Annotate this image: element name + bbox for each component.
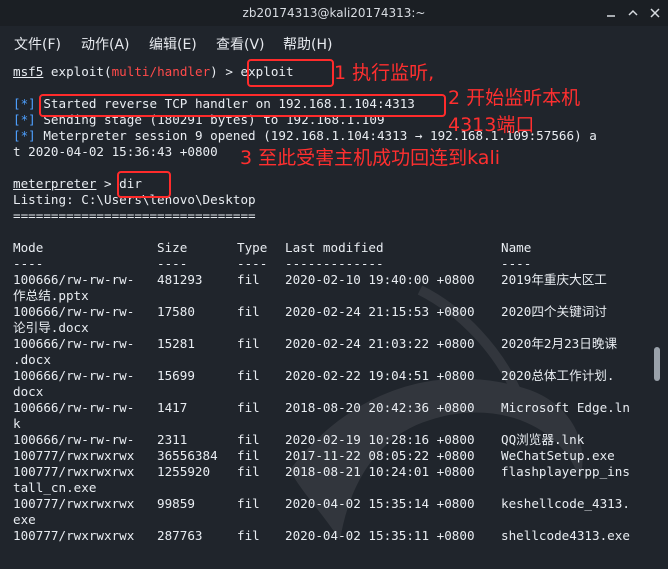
table-row-name: keshellcode_4313.: [501, 496, 630, 511]
table-row-wrap: 论引导.docx: [13, 320, 89, 335]
table-row-type: fil: [237, 304, 260, 319]
table-row-wrap: 作总结.pptx: [13, 288, 89, 303]
table-row-modified: 2020-02-22 19:04:51 +0800: [285, 368, 475, 383]
col-rule-size: ----: [157, 256, 188, 271]
table-row-mode: 100666/rw-rw-rw-: [13, 400, 135, 415]
table-row-type: fil: [237, 336, 260, 351]
table-row-modified: 2020-02-24 21:03:22 +0800: [285, 336, 475, 351]
listing-rule: ================================: [13, 208, 256, 223]
menu-view[interactable]: 查看(V): [216, 34, 265, 54]
module-name: multi/handler: [111, 64, 211, 79]
col-header-mode: Mode: [13, 240, 44, 255]
table-row-size: 1417: [157, 400, 188, 415]
table-row-type: fil: [237, 272, 260, 287]
table-row-modified: 2020-02-10 19:40:00 +0800: [285, 272, 475, 287]
prompt-end: >: [96, 176, 120, 191]
table-row-type: fil: [237, 432, 260, 447]
minimize-icon[interactable]: [604, 6, 618, 20]
table-row-modified: 2018-08-21 10:24:01 +0800: [285, 464, 475, 479]
table-row-name: 2020四个关键词讨: [501, 304, 607, 319]
msf-prompt-label: msf5: [13, 64, 44, 79]
table-row-mode: 100666/rw-rw-rw-: [13, 304, 135, 319]
table-row-name: 2020总体工作计划.: [501, 368, 615, 383]
table-row-size: 36556384: [157, 448, 218, 463]
table-row-modified: 2020-02-19 10:28:16 +0800: [285, 432, 475, 447]
table-row-name: shellcode4313.exe: [501, 528, 630, 543]
table-row-mode: 100777/rwxrwxrwx: [13, 448, 135, 463]
window-title: zb20174313@kali20174313:~: [242, 6, 426, 20]
table-row-mode: 100666/rw-rw-rw-: [13, 368, 135, 383]
table-row-wrap: exe: [13, 512, 36, 527]
col-header-size: Size: [157, 240, 188, 255]
menu-edit[interactable]: 编辑(E): [149, 34, 197, 54]
table-row-wrap: tall_cn.exe: [13, 480, 97, 495]
table-row-type: fil: [237, 400, 260, 415]
table-row-modified: 2020-04-02 15:35:14 +0800: [285, 496, 475, 511]
col-rule-modified: -------------: [285, 256, 384, 271]
status-line-3-wrap: t 2020-04-02 15:36:43 +0800: [13, 144, 218, 159]
annotation-1: 1 执行监听,: [334, 62, 435, 84]
annotation-2: 2 开始监听本机: [448, 87, 581, 109]
status-marker: [*]: [13, 128, 36, 143]
meterpreter-prompt-label: meterpreter: [13, 176, 97, 191]
exploit-highlight-box: [247, 59, 334, 87]
prompt-text: exploit(: [43, 64, 112, 79]
table-row-type: fil: [237, 464, 260, 479]
handler-highlight-box: [39, 94, 446, 117]
menu-action[interactable]: 动作(A): [81, 34, 130, 54]
table-row-name: Microsoft Edge.ln: [501, 400, 630, 415]
table-row-wrap: docx: [13, 384, 44, 399]
table-row-name: flashplayerpp_ins: [501, 464, 630, 479]
col-header-name: Name: [501, 240, 532, 255]
terminal-window: zb20174313@kali20174313:~ 文件(F) 动作(A) 编辑…: [0, 0, 668, 569]
table-row-mode: 100666/rw-rw-rw-: [13, 336, 135, 351]
table-row-size: 17580: [157, 304, 195, 319]
table-row-size: 2311: [157, 432, 188, 447]
table-row-size: 15281: [157, 336, 195, 351]
table-row-mode: 100777/rwxrwxrwx: [13, 464, 135, 479]
col-rule-name: ----: [501, 256, 532, 271]
menu-bar: 文件(F) 动作(A) 编辑(E) 查看(V) 帮助(H): [0, 28, 668, 56]
table-row-mode: 100666/rw-rw-rw-: [13, 272, 135, 287]
table-row-type: fil: [237, 368, 260, 383]
col-header-type: Type: [237, 240, 268, 255]
table-row-size: 15699: [157, 368, 195, 383]
table-row-name: 2020年2月23日晚课: [501, 336, 618, 351]
title-bar: zb20174313@kali20174313:~: [0, 0, 668, 26]
dir-highlight-box: [117, 171, 171, 198]
table-row-wrap: k: [13, 416, 21, 431]
table-row-name: WeChatSetup.exe: [501, 448, 615, 463]
col-rule-type: ----: [237, 256, 268, 271]
table-row-size: 481293: [157, 272, 203, 287]
status-marker: [*]: [13, 96, 36, 111]
menu-help[interactable]: 帮助(H): [283, 34, 332, 54]
annotation-2b: 4313端口: [448, 114, 535, 136]
menu-file[interactable]: 文件(F): [14, 34, 61, 54]
table-row-type: fil: [237, 448, 260, 463]
table-row-type: fil: [237, 496, 260, 511]
close-icon[interactable]: [648, 6, 662, 20]
table-row-name: QQ浏览器.lnk: [501, 432, 585, 447]
table-row-name: 2019年重庆大区工: [501, 272, 607, 287]
table-row-modified: 2018-08-20 20:42:36 +0800: [285, 400, 475, 415]
vertical-scrollbar[interactable]: [654, 347, 660, 381]
table-row-type: fil: [237, 528, 260, 543]
table-row-wrap: .docx: [13, 352, 51, 367]
table-row-modified: 2020-04-02 15:35:11 +0800: [285, 528, 475, 543]
table-row-mode: 100777/rwxrwxrwx: [13, 528, 135, 543]
maximize-icon[interactable]: [626, 6, 640, 20]
table-row-size: 99859: [157, 496, 195, 511]
table-row-size: 287763: [157, 528, 203, 543]
col-header-modified: Last modified: [285, 240, 384, 255]
annotation-3: 3 至此受害主机成功回连到kali: [240, 147, 500, 169]
prompt-end: ) >: [210, 64, 241, 79]
table-row-size: 1255920: [157, 464, 211, 479]
col-rule-mode: ----: [13, 256, 44, 271]
table-row-mode: 100777/rwxrwxrwx: [13, 496, 135, 511]
table-row-mode: 100666/rw-rw-rw-: [13, 432, 135, 447]
table-row-modified: 2017-11-22 08:05:22 +0800: [285, 448, 475, 463]
table-row-modified: 2020-02-24 21:15:53 +0800: [285, 304, 475, 319]
status-marker: [*]: [13, 112, 36, 127]
